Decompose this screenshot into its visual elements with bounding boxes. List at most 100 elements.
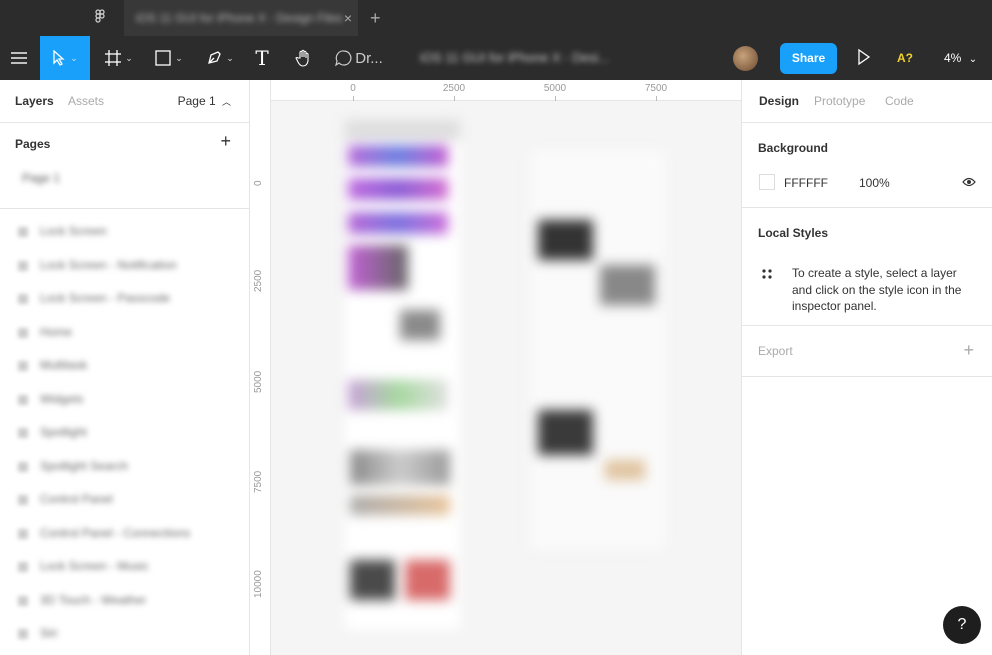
play-icon[interactable] bbox=[856, 48, 872, 66]
ruler-tick-label: 10000 bbox=[253, 570, 264, 598]
ruler-vertical: 0 2500 5000 7500 10000 bbox=[250, 80, 271, 655]
file-tab-title: iOS 11 GUI for iPhone X - Design Files bbox=[136, 11, 343, 25]
local-styles-section: Local Styles To create a style, select a… bbox=[742, 208, 992, 326]
layer-item[interactable]: Home bbox=[0, 316, 249, 350]
frame-icon bbox=[18, 227, 28, 237]
layer-item[interactable]: Lock Screen bbox=[0, 215, 249, 249]
local-styles-title: Local Styles bbox=[758, 226, 829, 240]
layer-name: Multitask bbox=[40, 358, 88, 372]
hand-icon bbox=[295, 49, 309, 67]
pen-tool-button[interactable]: ⌄ bbox=[202, 36, 238, 80]
help-button[interactable]: ? bbox=[943, 606, 981, 644]
ruler-tick bbox=[656, 96, 657, 101]
layer-item[interactable]: Spotlight bbox=[0, 416, 249, 450]
ruler-tick-label: 0 bbox=[253, 180, 264, 186]
document-title[interactable]: iOS 11 GUI for iPhone X - Desi... bbox=[420, 36, 609, 80]
artboard-thumb[interactable] bbox=[350, 450, 450, 485]
page-selector[interactable]: Page 1 ︿ bbox=[178, 94, 231, 108]
layer-name: Spotlight bbox=[40, 425, 87, 439]
frame-icon bbox=[18, 595, 28, 606]
export-section: Export + bbox=[742, 326, 992, 377]
layer-item[interactable]: Lock Screen - Passcode bbox=[0, 282, 249, 316]
ruler-tick-label: 0 bbox=[350, 83, 356, 94]
text-tool-button[interactable]: T bbox=[250, 36, 274, 80]
frame-icon bbox=[18, 528, 28, 539]
accessibility-check-button[interactable]: A? bbox=[897, 36, 913, 80]
main-menu-button[interactable] bbox=[0, 36, 38, 80]
artboard-thumb[interactable] bbox=[348, 178, 448, 200]
background-title: Background bbox=[758, 141, 829, 155]
local-styles-hint: To create a style, select a layer and cl… bbox=[792, 266, 962, 313]
ruler-tick-label: 5000 bbox=[543, 83, 567, 94]
artboard-thumb[interactable] bbox=[400, 310, 440, 340]
background-color-swatch[interactable] bbox=[759, 174, 775, 190]
canvas[interactable]: 0 2500 5000 7500 0 2500 5000 7500 10000 bbox=[250, 80, 741, 655]
tab-prototype[interactable]: Prototype bbox=[814, 94, 865, 108]
right-panel: Design Prototype Code Background FFFFFF … bbox=[741, 80, 992, 655]
hand-tool-button[interactable] bbox=[290, 36, 318, 80]
artboard-thumb[interactable] bbox=[600, 265, 655, 305]
layer-item[interactable]: 3D Touch - Weather bbox=[0, 584, 249, 618]
artboard-thumb[interactable] bbox=[538, 220, 593, 260]
eye-icon[interactable] bbox=[962, 177, 976, 187]
artboard-thumb[interactable] bbox=[405, 560, 450, 600]
comment-tool-button[interactable]: Dr... bbox=[334, 36, 384, 80]
artboard-thumb[interactable] bbox=[538, 410, 593, 455]
page-name: Page 1 bbox=[22, 171, 61, 185]
layer-item[interactable]: Lock Screen - Notification bbox=[0, 249, 249, 283]
frame-icon bbox=[18, 394, 28, 405]
layer-name: Home bbox=[40, 324, 73, 339]
move-tool-button[interactable]: ⌄ bbox=[40, 36, 90, 80]
ruler-tick-label: 2500 bbox=[442, 83, 466, 94]
avatar[interactable] bbox=[733, 46, 758, 71]
add-page-button[interactable]: + bbox=[220, 131, 231, 152]
layer-name: Lock Screen bbox=[40, 224, 107, 238]
tab-layers[interactable]: Layers bbox=[15, 94, 54, 108]
layer-name: 3D Touch - Weather bbox=[40, 592, 147, 607]
new-tab-button[interactable]: + bbox=[370, 0, 381, 36]
frame-tool-button[interactable]: ⌄ bbox=[102, 36, 136, 80]
tab-design[interactable]: Design bbox=[759, 94, 799, 108]
artboard-thumb[interactable] bbox=[350, 560, 395, 600]
close-tab-icon[interactable]: × bbox=[344, 0, 352, 36]
layer-item[interactable]: Siri bbox=[0, 617, 249, 651]
layer-name: Siri bbox=[40, 626, 58, 640]
chevron-down-icon: ⌄ bbox=[70, 52, 78, 63]
background-section: Background FFFFFF 100% bbox=[742, 123, 992, 208]
layer-item[interactable]: Spotlight Search bbox=[0, 450, 249, 484]
frame-icon bbox=[18, 428, 28, 438]
page-list-item[interactable]: Page 1 bbox=[0, 165, 249, 209]
hamburger-icon bbox=[11, 52, 27, 64]
layer-item[interactable]: Lock Screen - Music bbox=[0, 550, 249, 584]
artboard-thumb[interactable] bbox=[350, 495, 450, 515]
pages-header: Pages + bbox=[0, 123, 249, 165]
ruler-tick bbox=[353, 96, 354, 101]
ruler-tick bbox=[555, 96, 556, 101]
layer-item[interactable]: Widgets bbox=[0, 383, 249, 417]
layer-item[interactable]: Control Panel bbox=[0, 483, 249, 517]
ruler-tick-label: 2500 bbox=[253, 269, 264, 292]
share-button[interactable]: Share bbox=[780, 43, 837, 74]
artboard-column-right[interactable] bbox=[530, 150, 665, 550]
shape-tool-button[interactable]: ⌄ bbox=[150, 36, 188, 80]
comment-icon bbox=[335, 50, 352, 67]
tab-code[interactable]: Code bbox=[885, 94, 914, 108]
tab-assets[interactable]: Assets bbox=[68, 94, 104, 108]
artboard-thumb[interactable] bbox=[348, 212, 448, 234]
ruler-tick bbox=[454, 96, 455, 101]
background-opacity-input[interactable]: 100% bbox=[859, 176, 890, 190]
artboard-thumb[interactable] bbox=[348, 245, 408, 290]
figma-logo-icon[interactable] bbox=[91, 9, 109, 27]
artboard-thumb[interactable] bbox=[348, 380, 448, 410]
layer-item[interactable]: Multitask bbox=[0, 349, 249, 383]
zoom-dropdown[interactable]: 4% ⌄ bbox=[944, 36, 977, 82]
cursor-icon bbox=[53, 50, 65, 66]
file-tab[interactable]: iOS 11 GUI for iPhone X - Design Files × bbox=[124, 0, 358, 36]
rectangle-icon bbox=[155, 50, 171, 66]
layer-item[interactable]: Control Panel - Connections bbox=[0, 517, 249, 551]
artboard-thumb[interactable] bbox=[348, 145, 448, 167]
background-hex-input[interactable]: FFFFFF bbox=[784, 176, 828, 190]
artboard-thumb[interactable] bbox=[605, 460, 645, 480]
layer-name: Lock Screen - Music bbox=[40, 559, 149, 573]
add-export-button[interactable]: + bbox=[963, 340, 974, 361]
